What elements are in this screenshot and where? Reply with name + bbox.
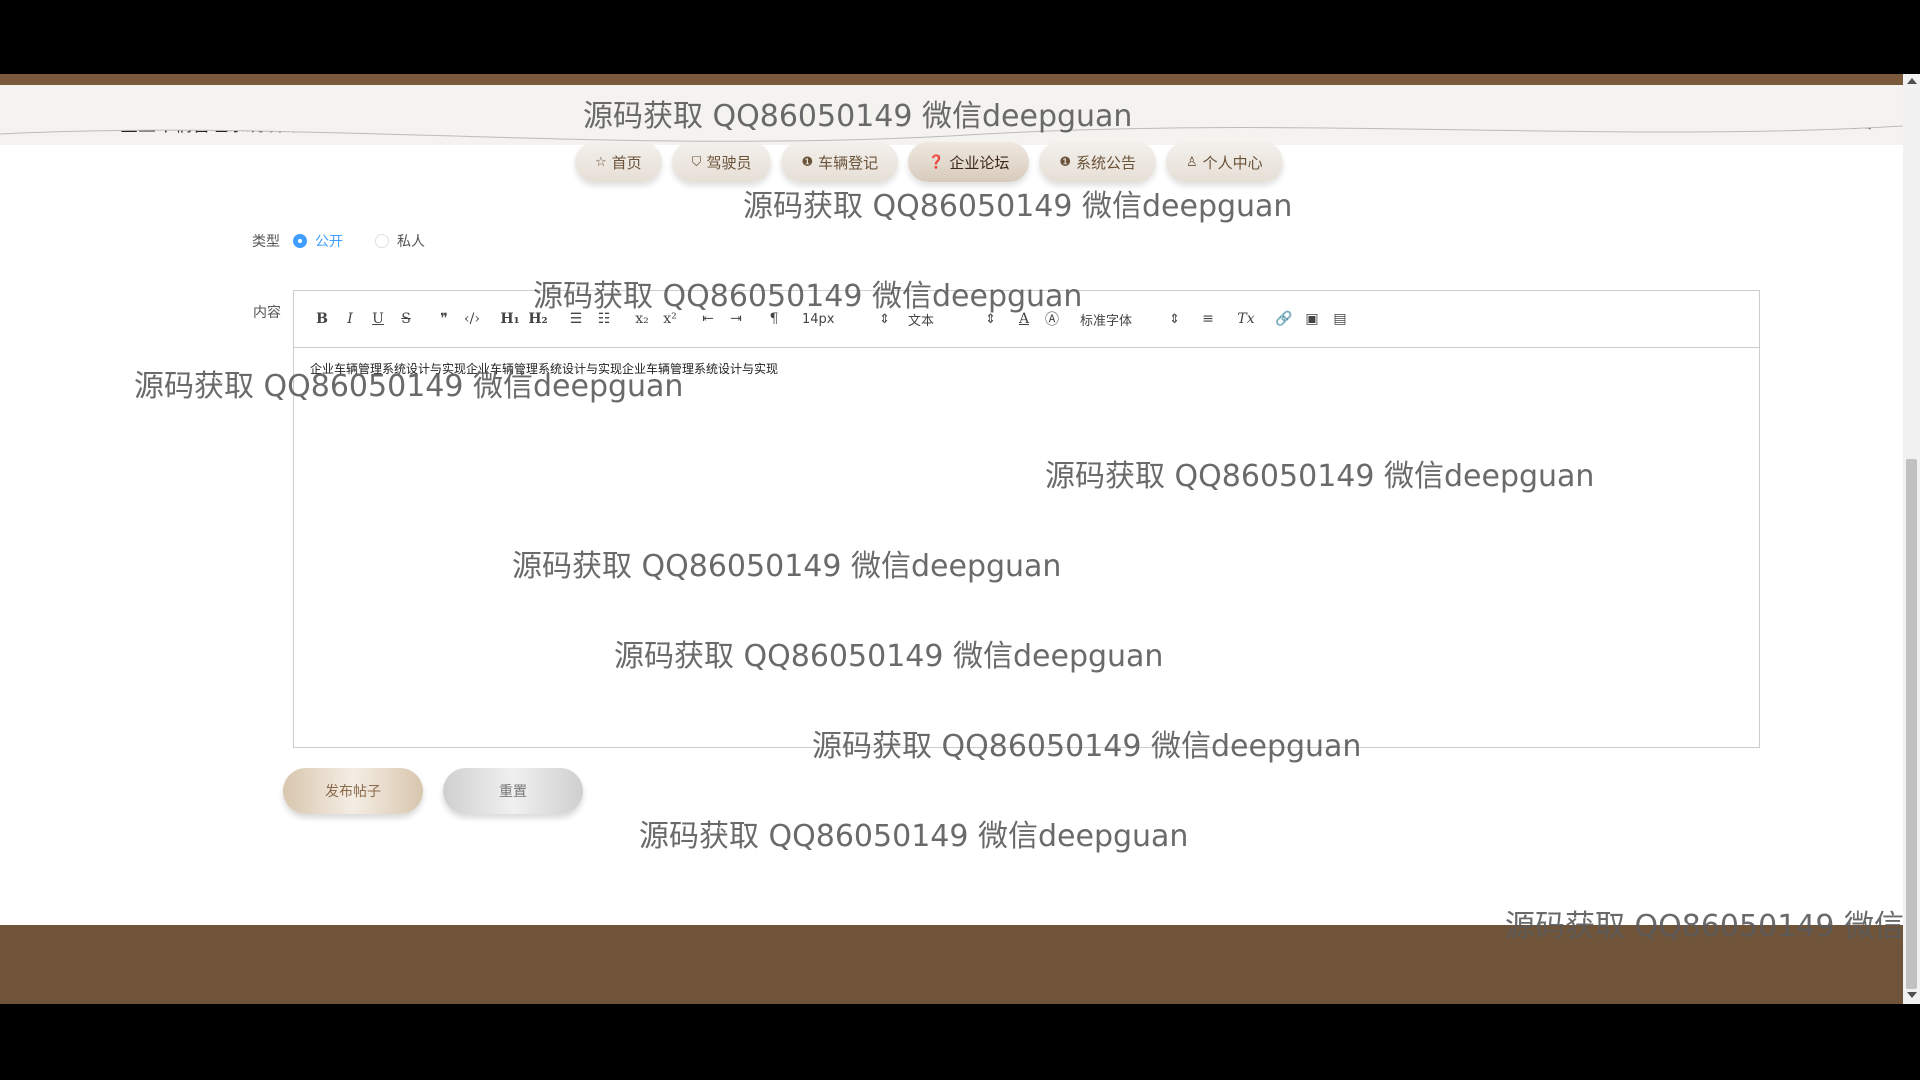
watermark: 源码获取 QQ86050149 微信deepguan — [743, 189, 1293, 224]
browser-viewport: 企业车辆管理系统设计与实现 111 退出 ☆首页 ⛉驾驶员 ❶车辆登记 ❓企业论… — [0, 74, 1920, 1004]
bold-icon[interactable]: B — [308, 307, 336, 331]
nav-drivers[interactable]: ⛉ 驾驶员 — [671, 142, 772, 182]
radio-private-label: 私人 — [397, 234, 425, 250]
font-family-select[interactable]: 标准字体 ⇕ — [1076, 307, 1184, 331]
rich-text-editor: B I U S ❞ ‹/› H₁ H₂ ☰ ☷ x₂ x² ⇤ ⇥ ¶ 14px… — [293, 290, 1760, 748]
reset-button[interactable]: 重置 — [443, 768, 583, 814]
watermark: 源码获取 QQ86050149 微信deepguan — [1505, 909, 1920, 944]
nav-forum-label: 企业论坛 — [949, 153, 1010, 172]
watermark: 源码获取 QQ86050149 微信deepguan — [639, 819, 1189, 854]
main-nav: ☆ 首页 ⛉ 驾驶员 ❶ 车辆登记 ❓ 企业论坛 ❶ 系统公告 ♙ 个人中心 — [575, 142, 1283, 184]
blockquote-icon[interactable]: ❞ — [430, 307, 458, 331]
video-icon[interactable]: ▤ — [1326, 307, 1354, 331]
nav-notices-label: 系统公告 — [1075, 153, 1136, 172]
question-icon: ❓ — [928, 154, 945, 170]
nav-home[interactable]: ☆ 首页 — [575, 142, 662, 182]
bag-icon: ⛉ — [691, 154, 702, 170]
nav-drivers-label: 驾驶员 — [706, 153, 752, 172]
font-family-value: 标准字体 — [1080, 313, 1133, 329]
nav-notices[interactable]: ❶ 系统公告 — [1039, 142, 1156, 182]
italic-icon[interactable]: I — [336, 307, 364, 331]
underline-icon[interactable]: U — [364, 307, 392, 331]
scroll-down-icon[interactable] — [1907, 992, 1917, 998]
clear-format-icon[interactable]: Tx — [1232, 307, 1260, 331]
radio-private-dot — [375, 234, 389, 248]
watermark: 源码获取 QQ86050149 微信deepguan — [583, 99, 1133, 134]
nav-forum[interactable]: ❓ 企业论坛 — [908, 142, 1030, 182]
watermark: 源码获取 QQ86050149 微信deepguan — [812, 729, 1362, 764]
strike-icon[interactable]: S — [392, 307, 420, 331]
info-icon: ❶ — [1059, 154, 1071, 170]
nav-profile[interactable]: ♙ 个人中心 — [1166, 142, 1283, 182]
watermark: 源码获取 QQ86050149 微信deepguan — [533, 279, 1083, 314]
chevron-updown-icon: ⇕ — [1169, 311, 1180, 327]
code-icon[interactable]: ‹/› — [458, 307, 486, 331]
watermark: 源码获取 QQ86050149 微信deepguan — [1045, 459, 1595, 494]
nav-profile-label: 个人中心 — [1202, 153, 1263, 172]
user-icon: ♙ — [1186, 154, 1198, 170]
image-icon[interactable]: ▣ — [1298, 307, 1326, 331]
nav-vehicles-label: 车辆登记 — [818, 153, 879, 172]
type-label: 类型 — [252, 234, 280, 250]
nav-home-label: 首页 — [611, 153, 642, 172]
scroll-thumb[interactable] — [1906, 459, 1917, 989]
link-icon[interactable]: 🔗 — [1270, 307, 1298, 331]
watermark: 源码获取 QQ86050149 微信deepguan — [614, 639, 1164, 674]
h1-icon[interactable]: H₁ — [496, 307, 524, 331]
radio-public-dot — [293, 234, 307, 248]
watermark: 源码获取 QQ86050149 微信deepguan — [134, 369, 684, 404]
watermark: 源码获取 QQ86050149 微信deepguan — [512, 549, 1062, 584]
info-icon: ❶ — [801, 154, 814, 170]
align-icon[interactable]: ≡ — [1194, 307, 1222, 331]
content-label: 内容 — [253, 305, 281, 321]
radio-private[interactable]: 私人 — [375, 231, 425, 251]
vertical-scrollbar[interactable] — [1903, 74, 1920, 1004]
star-icon: ☆ — [595, 154, 607, 170]
nav-vehicles[interactable]: ❶ 车辆登记 — [781, 142, 899, 182]
radio-public[interactable]: 公开 — [293, 231, 343, 251]
radio-public-label: 公开 — [315, 234, 343, 250]
top-accent-bar — [0, 74, 1903, 85]
publish-post-button[interactable]: 发布帖子 — [283, 768, 423, 814]
scroll-up-icon[interactable] — [1907, 78, 1917, 84]
